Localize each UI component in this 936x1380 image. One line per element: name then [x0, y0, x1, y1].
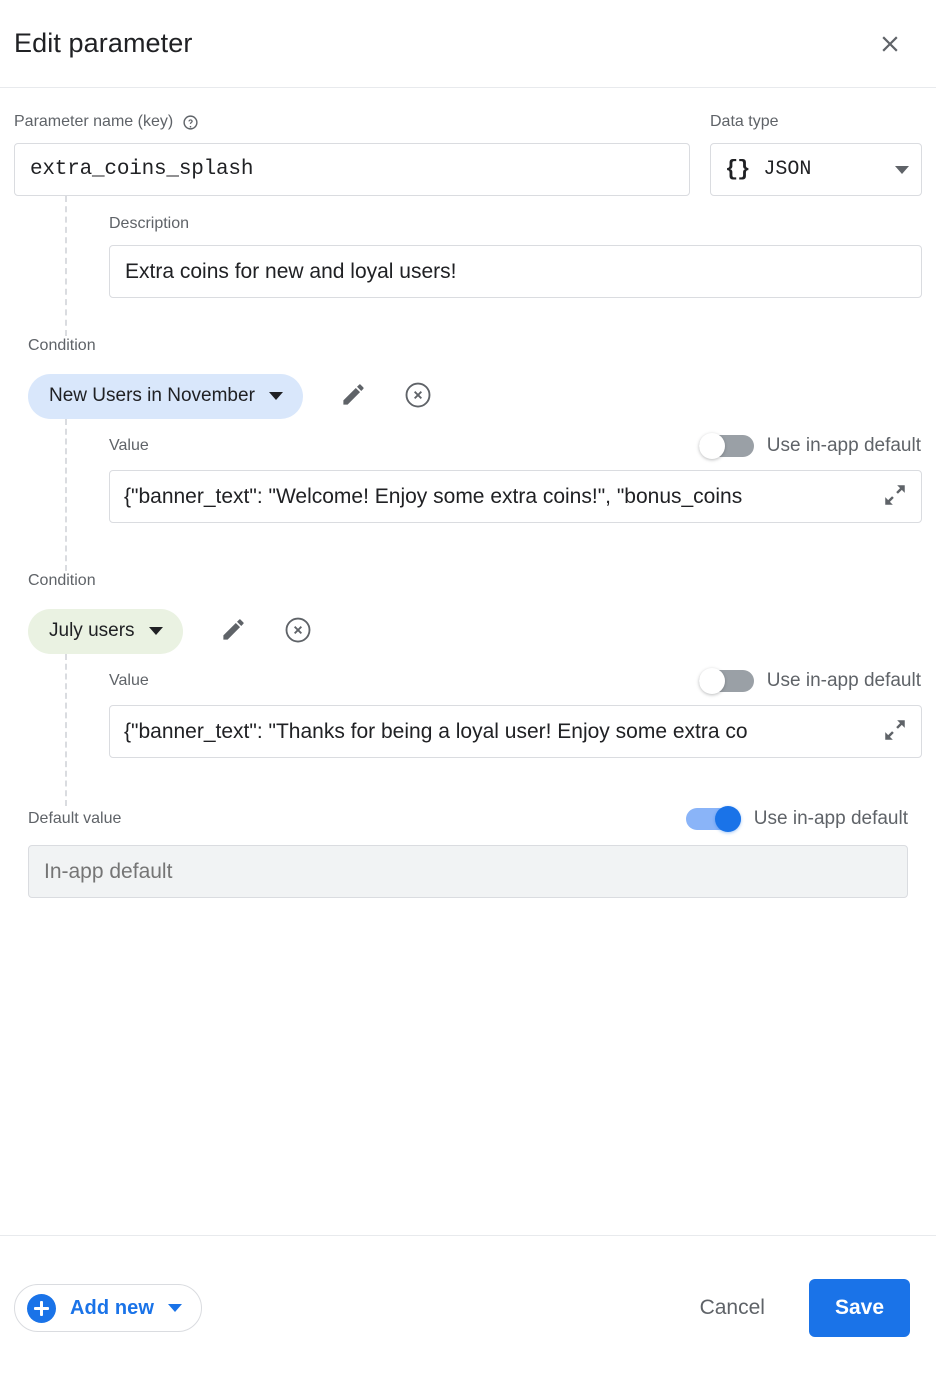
edit-condition-button-2[interactable] — [211, 608, 257, 654]
value-input-wrap-2 — [109, 705, 922, 758]
use-in-app-default-toggle-default[interactable]: Use in-app default — [686, 806, 908, 832]
condition-chip-july-users[interactable]: July users — [28, 609, 183, 654]
parameter-name-row: Parameter name (key) Data type {} JSON — [14, 88, 922, 196]
description-input[interactable] — [109, 245, 922, 298]
default-value-section: Default value Use in-app default — [14, 806, 922, 898]
expand-value-button-2[interactable] — [876, 713, 914, 751]
data-type-selected-value: JSON — [763, 158, 881, 181]
use-in-app-default-toggle-2[interactable]: Use in-app default — [699, 668, 921, 694]
cancel-button[interactable]: Cancel — [680, 1284, 785, 1332]
toggle-label-1: Use in-app default — [767, 435, 921, 457]
condition-value-block-1: Value Use in-app default — [14, 419, 922, 571]
edit-parameter-dialog: Edit parameter Parameter name (key) Data — [0, 0, 936, 1380]
chevron-down-icon — [168, 1304, 182, 1312]
help-circle-icon[interactable] — [182, 114, 199, 131]
condition-label-2: Condition — [14, 571, 922, 591]
dialog-body: Parameter name (key) Data type {} JSON D… — [0, 88, 936, 1235]
condition-value-block-2: Value Use in-app default — [14, 654, 922, 806]
description-label: Description — [109, 214, 922, 234]
parameter-name-field-group: Parameter name (key) — [14, 112, 690, 196]
toggle-switch-1[interactable] — [699, 433, 754, 459]
data-type-field-group: Data type {} JSON — [710, 112, 922, 196]
description-block: Description — [14, 196, 922, 336]
close-button[interactable] — [870, 24, 910, 64]
condition-chip-label-1: New Users in November — [49, 385, 255, 407]
edit-condition-button-1[interactable] — [331, 373, 377, 419]
add-new-button[interactable]: Add new — [14, 1284, 202, 1332]
condition-row-1: New Users in November — [14, 373, 922, 419]
dialog-header: Edit parameter — [0, 0, 936, 88]
data-type-label: Data type — [710, 112, 922, 132]
value-input-wrap-1 — [109, 470, 922, 523]
toggle-knob — [699, 433, 725, 459]
default-value-label: Default value — [28, 809, 121, 829]
condition-chip-label-2: July users — [49, 620, 135, 642]
close-icon — [877, 31, 903, 57]
expand-diagonal-icon — [882, 717, 908, 746]
expand-value-button-1[interactable] — [876, 478, 914, 516]
value-head-1: Value Use in-app default — [109, 433, 922, 459]
chevron-down-icon — [149, 627, 163, 635]
value-label-2: Value — [109, 671, 149, 691]
parameter-name-label: Parameter name (key) — [14, 112, 690, 132]
toggle-label-default: Use in-app default — [754, 808, 908, 830]
value-head-2: Value Use in-app default — [109, 668, 922, 694]
condition-label-1: Condition — [14, 336, 922, 356]
toggle-switch-default[interactable] — [686, 806, 741, 832]
condition-chip-new-users-in-november[interactable]: New Users in November — [28, 374, 303, 419]
value-input-1[interactable] — [109, 470, 922, 523]
condition-group-2: Condition July users — [14, 571, 922, 806]
toggle-switch-2[interactable] — [699, 668, 754, 694]
pencil-icon — [340, 381, 367, 411]
remove-circle-icon — [283, 615, 313, 648]
default-value-head: Default value Use in-app default — [28, 806, 908, 832]
remove-circle-icon — [403, 380, 433, 413]
chevron-down-icon — [269, 392, 283, 400]
parameter-name-input[interactable] — [14, 143, 690, 196]
toggle-knob — [699, 668, 725, 694]
condition-row-2: July users — [14, 608, 922, 654]
chevron-down-icon — [895, 166, 909, 174]
pencil-icon — [220, 616, 247, 646]
data-type-select[interactable]: {} JSON — [710, 143, 922, 196]
dialog-footer: Add new Cancel Save — [0, 1235, 936, 1380]
value-input-2[interactable] — [109, 705, 922, 758]
remove-condition-button-1[interactable] — [395, 373, 441, 419]
value-label-1: Value — [109, 436, 149, 456]
page-title: Edit parameter — [14, 28, 192, 59]
parameter-name-label-text: Parameter name (key) — [14, 112, 173, 132]
condition-group-1: Condition New Users in November — [14, 336, 922, 571]
add-new-label: Add new — [70, 1297, 154, 1320]
toggle-label-2: Use in-app default — [767, 670, 921, 692]
json-brace-icon: {} — [725, 157, 749, 182]
save-button[interactable]: Save — [809, 1279, 910, 1337]
remove-condition-button-2[interactable] — [275, 608, 321, 654]
toggle-knob — [715, 806, 741, 832]
use-in-app-default-toggle-1[interactable]: Use in-app default — [699, 433, 921, 459]
default-value-input[interactable] — [28, 845, 908, 898]
expand-diagonal-icon — [882, 482, 908, 511]
plus-icon — [27, 1294, 56, 1323]
